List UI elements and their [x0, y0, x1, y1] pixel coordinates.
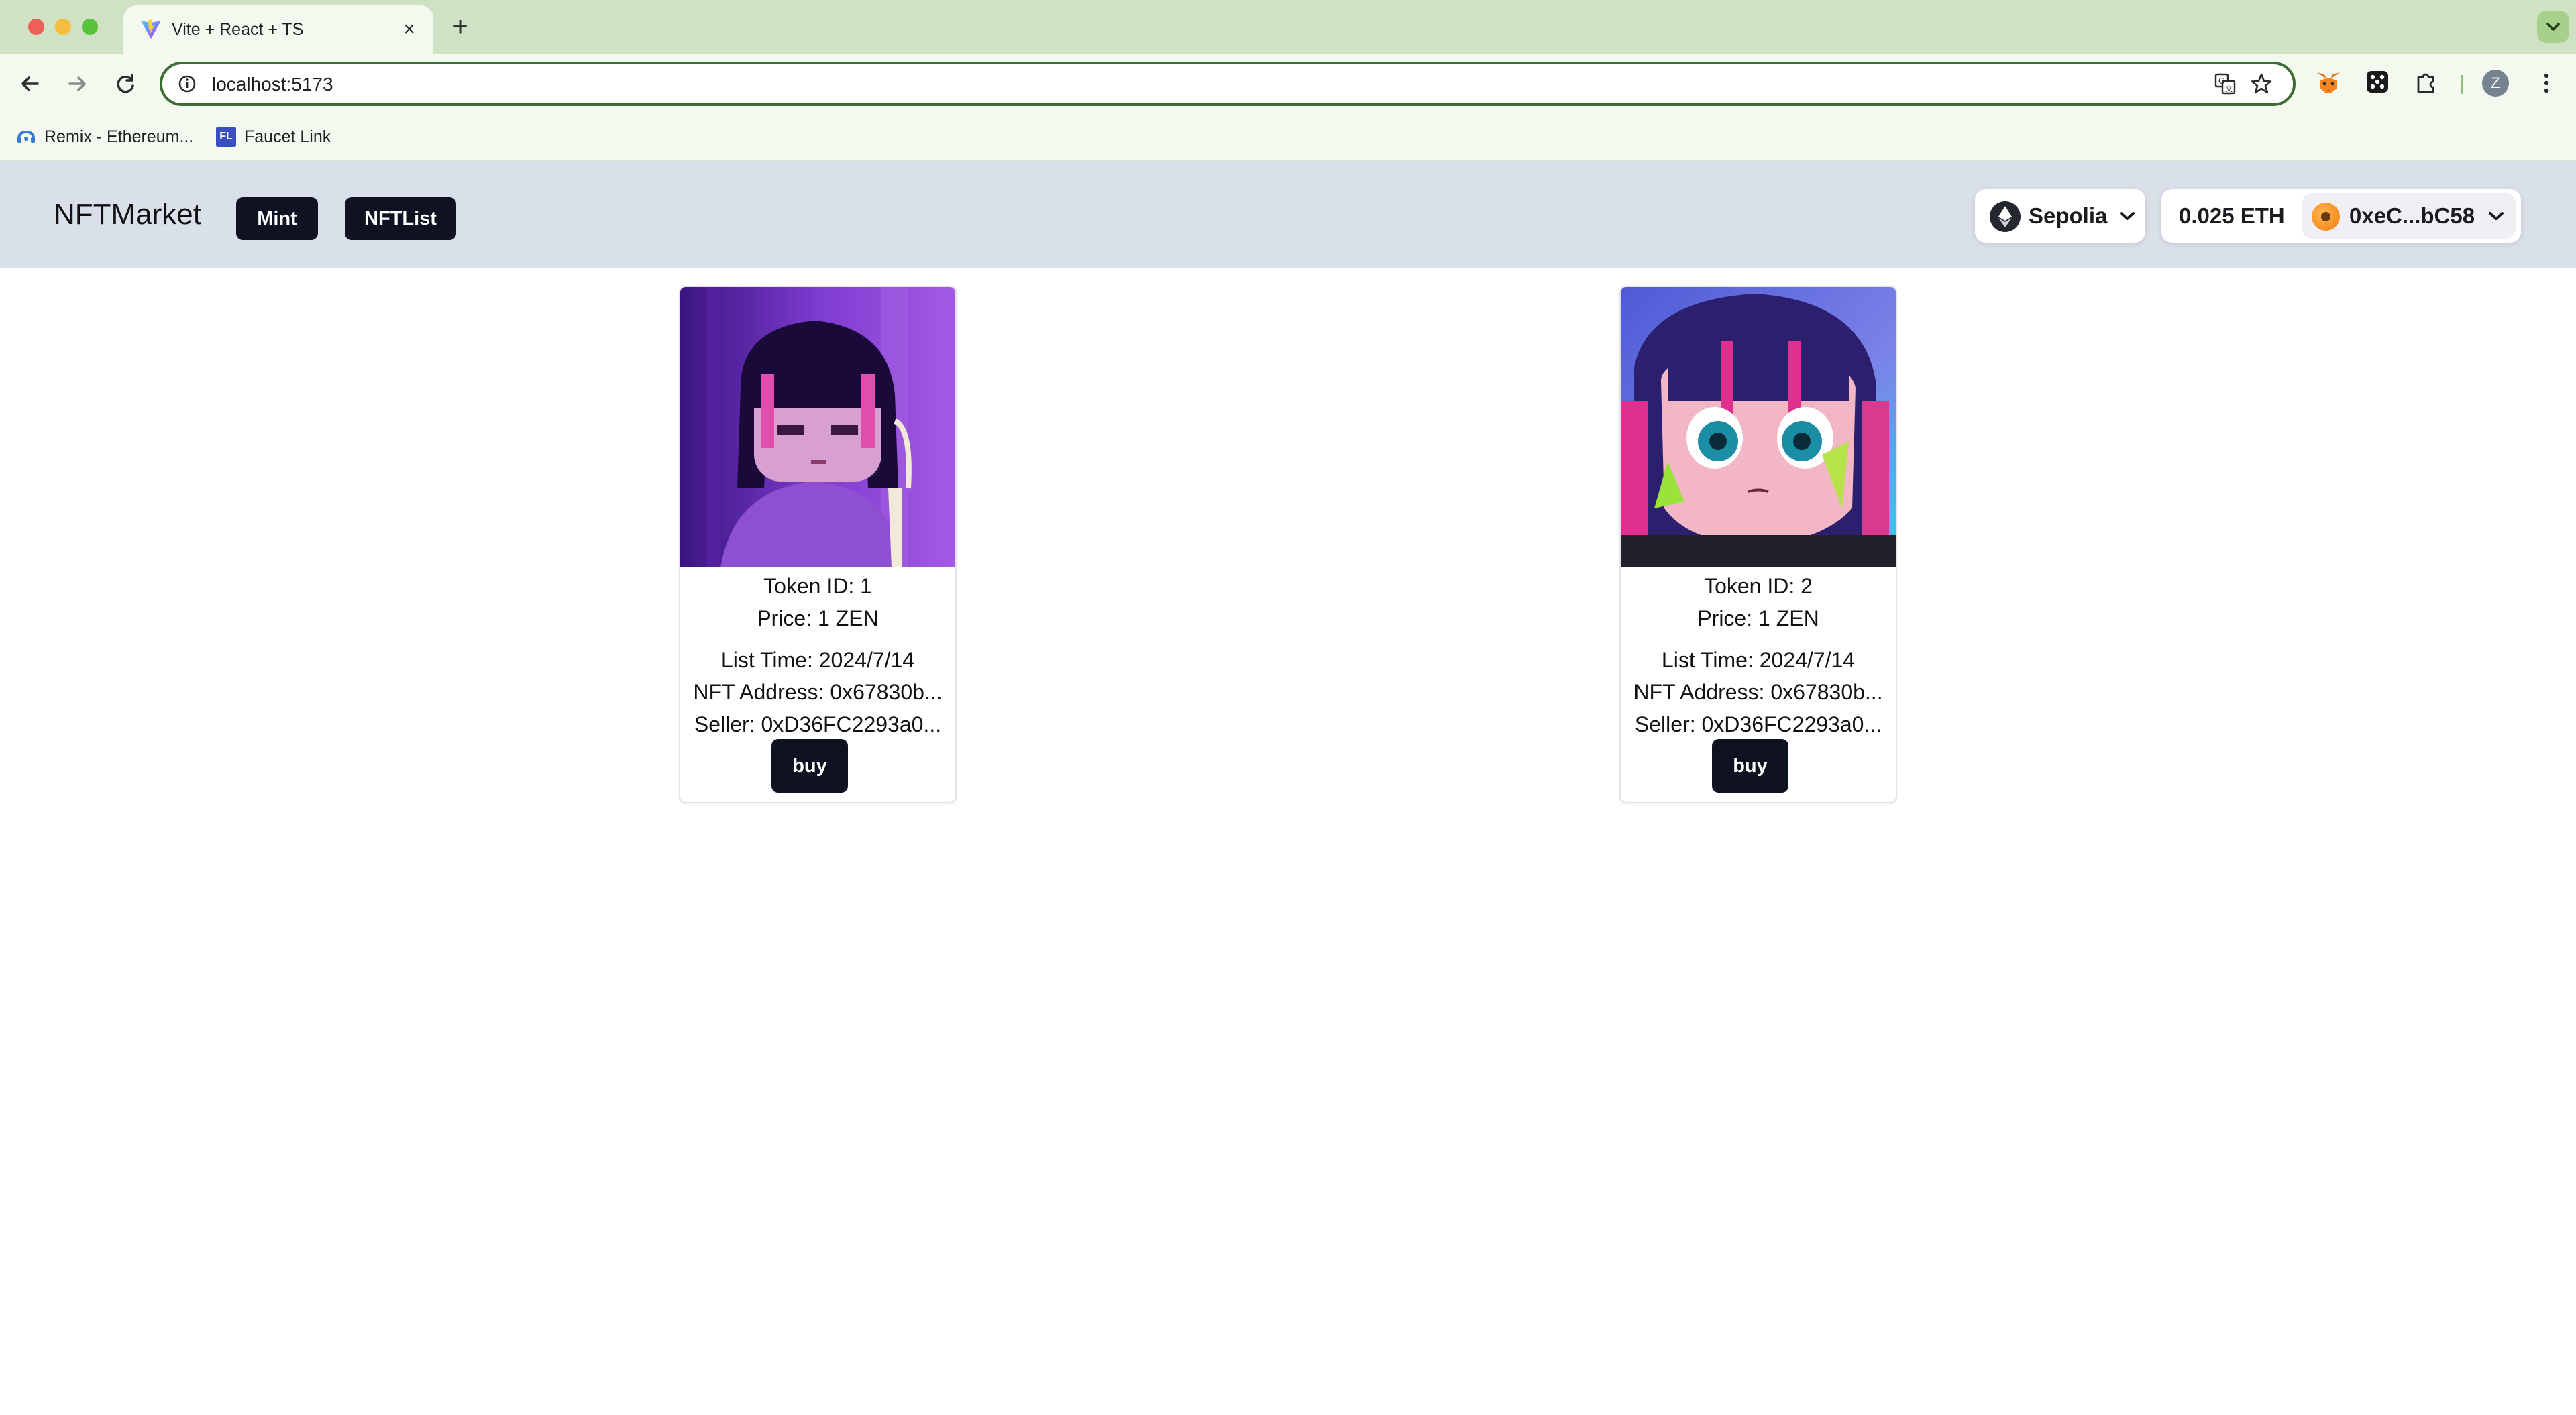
- extensions-puzzle-icon[interactable]: [2412, 68, 2440, 97]
- maximize-window-button[interactable]: [82, 19, 98, 35]
- metamask-icon[interactable]: [2314, 68, 2343, 97]
- nft-address: NFT Address: 0x67830b...: [1633, 680, 1883, 704]
- extension-dice-icon[interactable]: [2364, 68, 2391, 95]
- browser-tab-active[interactable]: Vite + React + TS ×: [123, 5, 433, 54]
- fl-icon: FL: [216, 127, 236, 147]
- nft-image[interactable]: [1621, 287, 1896, 567]
- close-tab-icon[interactable]: ×: [396, 16, 423, 43]
- app-header: NFTMarket Mint NFTList Sepolia 0.025 ETH…: [0, 161, 2576, 268]
- bookmark-label: Faucet Link: [244, 127, 331, 146]
- buy-button[interactable]: buy: [1712, 739, 1788, 793]
- translate-icon[interactable]: G 文: [2214, 72, 2237, 95]
- nft-card: Token ID: 2 Price: 1 ZEN List Time: 2024…: [1619, 286, 1897, 803]
- bookmark-faucet-link[interactable]: FL Faucet Link: [216, 123, 331, 150]
- back-arrow-icon: [21, 76, 39, 91]
- svg-text:G: G: [2218, 76, 2224, 86]
- bookmark-star-icon[interactable]: [2250, 72, 2273, 95]
- new-tab-button[interactable]: +: [445, 12, 475, 42]
- forward-button[interactable]: [62, 68, 93, 99]
- svg-text:文: 文: [2225, 84, 2233, 93]
- bookmark-remix[interactable]: Remix - Ethereum...: [16, 123, 193, 150]
- remix-icon: [17, 130, 35, 143]
- account-button[interactable]: 0.025 ETH 0xeC...bC58: [2161, 189, 2521, 243]
- price: Price: 1 ZEN: [1697, 606, 1819, 630]
- network-selector[interactable]: Sepolia: [1975, 189, 2145, 243]
- nftlist-button[interactable]: NFTList: [345, 197, 456, 240]
- browser-toolbar: localhost:5173 G 文 Z: [0, 54, 2576, 114]
- nft-card: Token ID: 1 Price: 1 ZEN List Time: 2024…: [679, 286, 957, 803]
- network-name: Sepolia: [2029, 203, 2108, 228]
- price: Price: 1 ZEN: [757, 606, 879, 630]
- chevron-down-icon: [2489, 212, 2504, 220]
- reload-button[interactable]: [110, 68, 141, 99]
- ethereum-icon: [1990, 201, 2021, 232]
- account-address: 0xeC...bC58: [2349, 203, 2475, 228]
- token-id: Token ID: 1: [763, 574, 872, 598]
- close-window-button[interactable]: [28, 19, 44, 35]
- tab-search-button[interactable]: [2537, 11, 2569, 43]
- vite-icon: [141, 19, 161, 39]
- list-time: List Time: 2024/7/14: [720, 648, 915, 672]
- token-id: Token ID: 2: [1704, 574, 1813, 598]
- mint-button[interactable]: Mint: [236, 197, 318, 240]
- chevron-down-icon: [2120, 212, 2135, 220]
- reload-icon: [117, 74, 134, 93]
- profile-avatar[interactable]: Z: [2482, 70, 2509, 97]
- browser-tab-bar: Vite + React + TS × +: [0, 0, 2576, 54]
- account-address-box[interactable]: 0xeC...bC58: [2302, 193, 2516, 239]
- buy-button[interactable]: buy: [771, 739, 848, 793]
- minimize-window-button[interactable]: [55, 19, 71, 35]
- bookmarks-bar: Remix - Ethereum... FL Faucet Link: [0, 114, 2576, 161]
- account-avatar: [2312, 203, 2340, 231]
- forward-arrow-icon: [68, 76, 86, 91]
- tab-title: Vite + React + TS: [172, 20, 304, 39]
- list-time: List Time: 2024/7/14: [1661, 648, 1856, 672]
- site-info-icon[interactable]: [177, 74, 197, 94]
- app-brand[interactable]: NFTMarket: [54, 197, 201, 232]
- eth-balance: 0.025 ETH: [2179, 203, 2285, 228]
- bookmark-label: Remix - Ethereum...: [44, 127, 194, 146]
- seller: Seller: 0xD36FC2293a0...: [694, 712, 942, 736]
- kebab-menu-icon[interactable]: [2533, 70, 2560, 97]
- nft-image[interactable]: [680, 287, 955, 567]
- nft-address: NFT Address: 0x67830b...: [693, 680, 943, 704]
- seller: Seller: 0xD36FC2293a0...: [1634, 712, 1882, 736]
- url-text: localhost:5173: [212, 74, 333, 95]
- address-bar[interactable]: localhost:5173 G 文: [160, 62, 2296, 106]
- back-button[interactable]: [15, 68, 46, 99]
- toolbar-divider: [2461, 75, 2463, 94]
- chevron-down-icon: [2546, 23, 2560, 31]
